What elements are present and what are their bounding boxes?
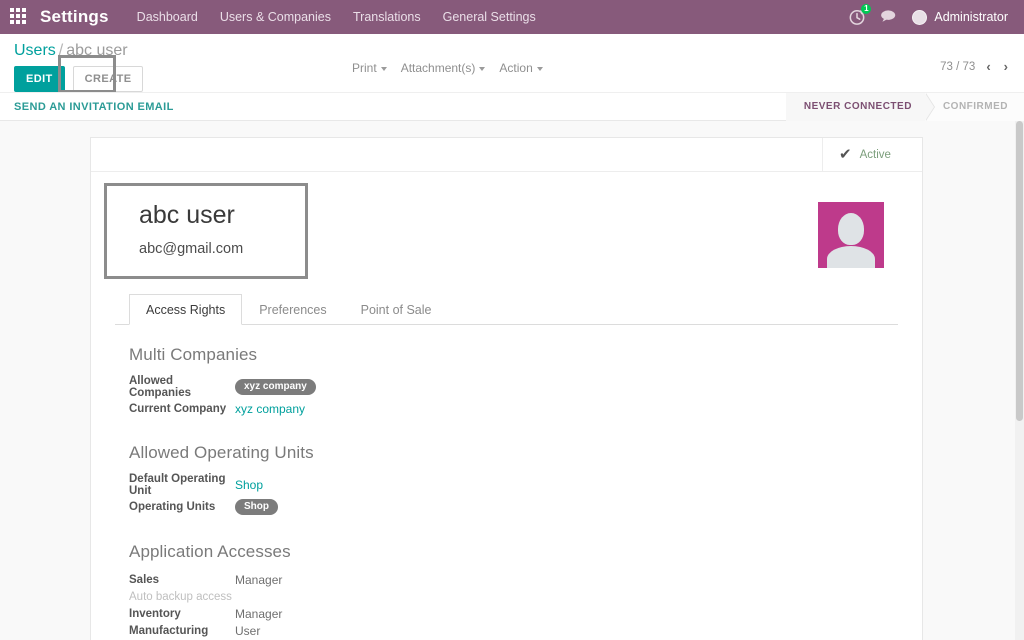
attachments-dropdown[interactable]: Attachment(s) (401, 61, 486, 75)
field-label: Auto backup access (129, 590, 232, 603)
active-toggle-button[interactable]: ✔ Active (822, 138, 922, 171)
field-value[interactable]: Manager (235, 607, 282, 621)
record-title-highlight (104, 183, 308, 279)
breadcrumb-separator: / (58, 42, 64, 59)
chevron-down-icon (479, 66, 486, 71)
sheet-button-box: ✔ Active (91, 138, 922, 172)
status-badge-never-connected[interactable]: NEVER CONNECTED (785, 92, 936, 121)
field-label: Inventory (129, 607, 181, 620)
user-menu-label: Administrator (934, 10, 1008, 24)
breadcrumb: Users / abc user (14, 42, 143, 60)
user-menu[interactable]: Administrator (912, 9, 1008, 25)
page-title: abc user (139, 201, 235, 229)
pager: 73 / 73 ‹ › (940, 60, 1010, 73)
vertical-scrollbar[interactable] (1015, 121, 1024, 640)
control-panel: Users / abc user EDIT CREATE Print Attachm… (0, 34, 1024, 121)
print-dropdown[interactable]: Print (352, 61, 387, 75)
edit-button[interactable]: EDIT (14, 66, 65, 92)
sheet-body: abc user abc@gmail.com Access Rights Pre… (91, 172, 922, 640)
form-sheet: ✔ Active abc user abc@gmail.com Access R… (90, 137, 923, 640)
record-email: abc@gmail.com (139, 241, 244, 257)
user-placeholder-avatar[interactable] (818, 202, 884, 268)
control-panel-bottom-row: SEND AN INVITATION EMAIL NEVER CONNECTED… (0, 92, 1024, 121)
group-application-accesses: Application Accesses Sales Manager Auto … (129, 542, 898, 640)
navbar-right-zone: 1 Administrator (848, 4, 1014, 26)
field-default-operating-unit: Default Operating Unit Shop (129, 472, 898, 498)
menu-item-general-settings[interactable]: General Settings (443, 0, 536, 34)
field-label: Default Operating Unit (129, 473, 226, 497)
chevron-down-icon (536, 66, 543, 71)
control-panel-top-row: Users / abc user EDIT CREATE Print Attachm… (0, 34, 1024, 93)
field-label: Allowed Companies (129, 375, 191, 399)
field-sales: Sales Manager (129, 571, 898, 588)
field-operating-units: Operating Units Shop (129, 498, 898, 516)
group-title: Application Accesses (129, 542, 291, 561)
apps-grid-icon[interactable] (10, 8, 28, 26)
menu-item-translations[interactable]: Translations (353, 0, 421, 34)
activity-count-badge: 1 (861, 4, 872, 14)
field-inventory: Inventory Manager (129, 605, 898, 622)
action-dropdown-label: Action (499, 61, 533, 75)
chevron-left-icon[interactable]: ‹ (984, 60, 992, 73)
link-current-company[interactable]: xyz company (235, 402, 305, 416)
print-dropdown-label: Print (352, 61, 377, 75)
form-notebook-tabs: Access Rights Preferences Point of Sale (115, 294, 898, 325)
tag-operating-unit[interactable]: Shop (235, 499, 278, 515)
avatar (912, 9, 928, 25)
field-allowed-companies: Allowed Companies xyz company (129, 374, 898, 400)
tag-allowed-company[interactable]: xyz company (235, 379, 316, 395)
send-invitation-email-button[interactable]: SEND AN INVITATION EMAIL (14, 101, 174, 113)
group-allowed-operating-units: Allowed Operating Units Default Operatin… (129, 443, 898, 516)
active-toggle-label: Active (859, 148, 891, 161)
breadcrumb-current: abc user (66, 42, 128, 59)
record-action-buttons: EDIT CREATE (14, 55, 144, 93)
control-panel-dropdowns: Print Attachment(s) Action (352, 61, 543, 75)
status-badge-confirmed[interactable]: CONFIRMED (924, 92, 1024, 121)
group-multi-companies: Multi Companies Allowed Companies xyz co… (129, 345, 898, 417)
field-label: Sales (129, 573, 160, 586)
action-dropdown[interactable]: Action (499, 61, 543, 75)
main-menu: Dashboard Users & Companies Translations… (137, 0, 536, 34)
field-manufacturing: Manufacturing User (129, 622, 898, 639)
group-title: Allowed Operating Units (129, 443, 314, 462)
chevron-down-icon (380, 66, 387, 71)
menu-item-dashboard[interactable]: Dashboard (137, 0, 198, 34)
activity-clock-icon[interactable]: 1 (848, 4, 872, 26)
chevron-right-icon[interactable]: › (1002, 60, 1010, 73)
group-title: Multi Companies (129, 345, 258, 364)
tab-point-of-sale[interactable]: Point of Sale (344, 294, 449, 325)
tab-panel-access-rights: Multi Companies Allowed Companies xyz co… (115, 325, 898, 640)
content-area: ✔ Active abc user abc@gmail.com Access R… (0, 121, 1024, 640)
status-bar: NEVER CONNECTED CONFIRMED (785, 92, 1024, 121)
app-brand-title[interactable]: Settings (40, 7, 109, 27)
field-label: Operating Units (129, 501, 216, 513)
breadcrumb-item-users[interactable]: Users (14, 42, 56, 59)
create-button[interactable]: CREATE (72, 66, 144, 92)
field-label: Manufacturing (129, 624, 209, 637)
field-value[interactable]: User (235, 624, 260, 638)
record-title-zone: abc user abc@gmail.com (104, 183, 898, 279)
tab-access-rights[interactable]: Access Rights (129, 294, 243, 325)
link-default-operating-unit[interactable]: Shop (235, 478, 263, 492)
control-panel-left: Users / abc user EDIT CREATE (14, 42, 144, 93)
scrollbar-thumb[interactable] (1016, 121, 1023, 421)
attachments-dropdown-label: Attachment(s) (400, 61, 476, 75)
avatar-head-shape (838, 213, 864, 245)
field-current-company: Current Company xyz company (129, 400, 898, 417)
field-label: Current Company (129, 402, 227, 415)
avatar-body-shape (827, 246, 875, 268)
chat-bubble-icon[interactable] (880, 9, 898, 26)
record-title-block: abc user abc@gmail.com (104, 183, 308, 279)
top-navbar: Settings Dashboard Users & Companies Tra… (0, 0, 1024, 34)
check-mark-icon: ✔ (839, 146, 852, 163)
field-auto-backup-access: Auto backup access (129, 588, 898, 605)
menu-item-users-companies[interactable]: Users & Companies (220, 0, 331, 34)
pager-value: 73 / 73 (940, 61, 976, 73)
field-value[interactable]: Manager (235, 573, 282, 587)
tab-preferences[interactable]: Preferences (242, 294, 343, 325)
